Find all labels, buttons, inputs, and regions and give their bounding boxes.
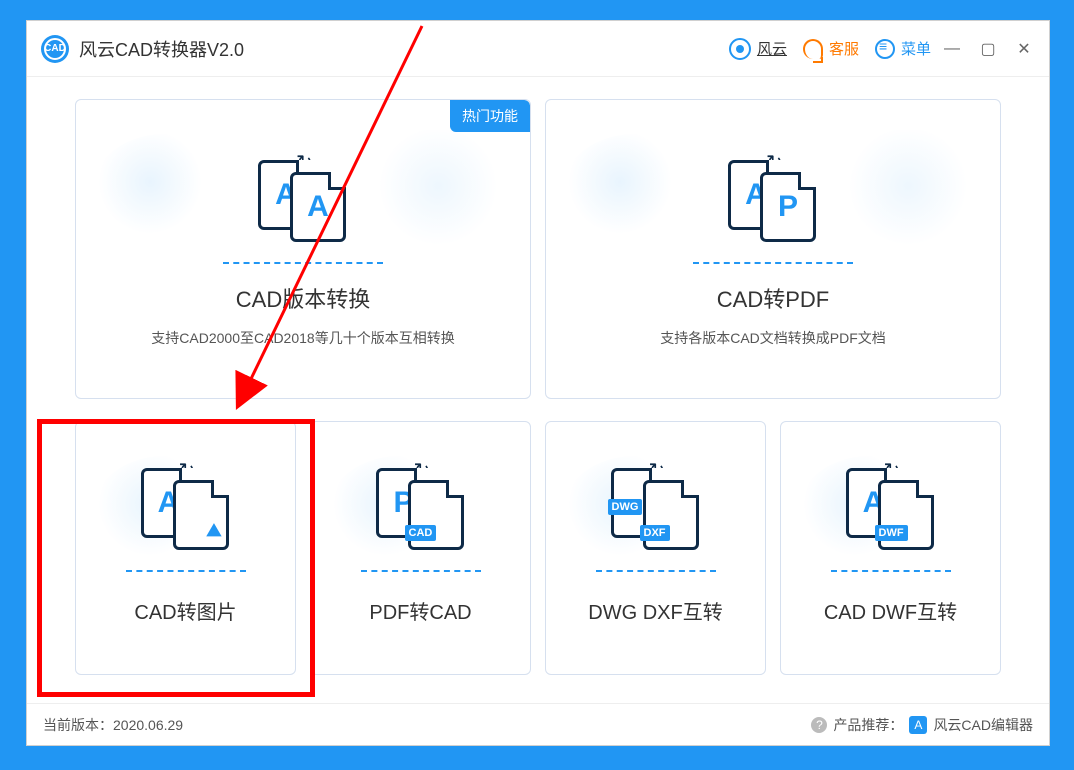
- top-row: 热门功能 ↻ A A CAD版本转换 支持CAD2000至CAD2018等几十个…: [75, 99, 1001, 399]
- card-icon: ↻ A A: [258, 150, 348, 250]
- menu-icon: [875, 39, 895, 59]
- headset-icon: [803, 39, 823, 59]
- decorative-circle-icon: [806, 130, 976, 270]
- close-button[interactable]: ✕: [1009, 34, 1039, 64]
- minimize-button[interactable]: —: [937, 34, 967, 64]
- card-icon: ↻ DWG DXF: [611, 458, 701, 558]
- card-pdf-to-cad[interactable]: ↻ P CAD PDF转CAD: [310, 421, 531, 675]
- card-desc: 支持各版本CAD文档转换成PDF文档: [660, 328, 886, 348]
- hot-badge: 热门功能: [450, 100, 530, 132]
- card-title: DWG DXF互转: [588, 596, 722, 625]
- card-desc: 支持CAD2000至CAD2018等几十个版本互相转换: [151, 328, 454, 348]
- kefu-link[interactable]: 客服: [803, 38, 859, 59]
- recommend-label: 产品推荐：: [833, 715, 903, 735]
- card-title: CAD DWF互转: [824, 596, 957, 625]
- version-value: 2020.06.29: [113, 717, 183, 733]
- fengyun-label: 风云: [757, 38, 787, 59]
- divider: [361, 570, 481, 572]
- card-icon: ↻ P CAD: [376, 458, 466, 558]
- card-title: CAD转图片: [134, 596, 236, 625]
- divider: [126, 570, 246, 572]
- divider: [693, 262, 853, 264]
- kefu-label: 客服: [829, 38, 859, 59]
- card-cad-version-convert[interactable]: 热门功能 ↻ A A CAD版本转换 支持CAD2000至CAD2018等几十个…: [75, 99, 531, 399]
- fengyun-link[interactable]: 风云: [729, 38, 787, 60]
- editor-app-icon: A: [909, 716, 927, 734]
- app-title: 风云CAD转换器V2.0: [79, 36, 244, 62]
- card-icon: ↻ A P: [728, 150, 818, 250]
- decorative-circle-icon: [560, 134, 710, 254]
- main-area: 热门功能 ↻ A A CAD版本转换 支持CAD2000至CAD2018等几十个…: [27, 77, 1049, 703]
- target-icon: [729, 38, 751, 60]
- app-window: CAD 风云CAD转换器V2.0 风云 客服 菜单 — ▢ ✕ 热门功能: [26, 20, 1050, 746]
- maximize-button[interactable]: ▢: [973, 34, 1003, 64]
- divider: [223, 262, 383, 264]
- footer: 当前版本： 2020.06.29 ? 产品推荐： A 风云CAD编辑器: [27, 703, 1049, 745]
- card-icon: ↻ A ⛰: [141, 458, 231, 558]
- card-title: CAD转PDF: [717, 282, 829, 314]
- menu-link[interactable]: 菜单: [875, 38, 931, 59]
- divider: [831, 570, 951, 572]
- divider: [596, 570, 716, 572]
- card-title: CAD版本转换: [236, 282, 370, 314]
- titlebar: CAD 风云CAD转换器V2.0 风云 客服 菜单 — ▢ ✕: [27, 21, 1049, 77]
- decorative-circle-icon: [90, 134, 240, 254]
- card-icon: ↻ A DWF: [846, 458, 936, 558]
- card-cad-to-image[interactable]: ↻ A ⛰ CAD转图片: [75, 421, 296, 675]
- card-title: PDF转CAD: [369, 596, 471, 625]
- bottom-row: ↻ A ⛰ CAD转图片 ↻ P CAD: [75, 421, 1001, 675]
- menu-label: 菜单: [901, 38, 931, 59]
- card-cad-to-pdf[interactable]: ↻ A P CAD转PDF 支持各版本CAD文档转换成PDF文档: [545, 99, 1001, 399]
- card-dwg-dxf[interactable]: ↻ DWG DXF DWG DXF互转: [545, 421, 766, 675]
- image-icon: ⛰: [206, 520, 221, 541]
- version-label: 当前版本：: [43, 715, 113, 735]
- card-cad-dwf[interactable]: ↻ A DWF CAD DWF互转: [780, 421, 1001, 675]
- editor-link[interactable]: 风云CAD编辑器: [933, 715, 1033, 735]
- decorative-circle-icon: [336, 130, 506, 270]
- app-logo-icon: CAD: [41, 35, 69, 63]
- help-icon: ?: [811, 717, 827, 733]
